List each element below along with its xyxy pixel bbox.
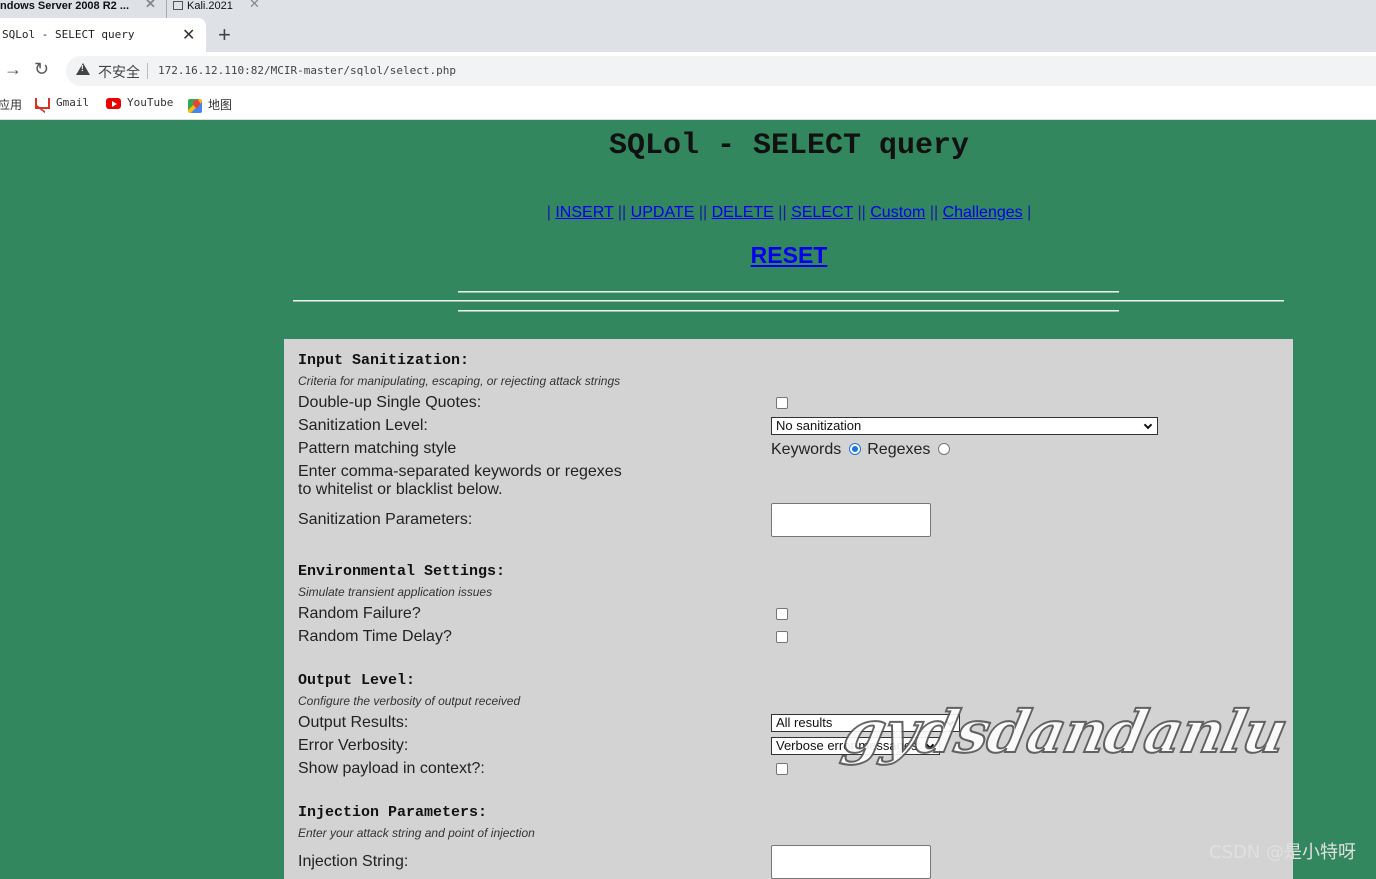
warning-icon[interactable] (76, 63, 90, 75)
watermark-signature: gydsdandanlu (837, 697, 1294, 767)
bookmark-label: YouTube (127, 96, 174, 109)
keywords-label: Keywords (771, 441, 842, 458)
browser-tab-active[interactable]: SQLol - SELECT query ✕ (0, 18, 206, 52)
keywords-radio[interactable] (849, 443, 862, 455)
nav-link-custom[interactable]: Custom (870, 204, 925, 221)
random-delay-checkbox[interactable] (776, 631, 788, 643)
nav-separator: || (617, 204, 627, 221)
section-desc: Simulate transient application issues (298, 585, 493, 599)
section-title-injection: Injection Parameters: (298, 804, 488, 821)
section-title-input-sanitization: Input Sanitization: (298, 352, 470, 369)
reset-link[interactable]: RESET (751, 242, 828, 268)
random-delay-label: Random Time Delay? (298, 628, 452, 645)
section-title-environment: Environmental Settings: (298, 563, 506, 580)
regexes-label: Regexes (867, 441, 931, 458)
bookmark-gmail[interactable]: Gmail (35, 96, 89, 109)
double-quotes-label: Double-up Single Quotes: (298, 394, 482, 411)
enter-keywords-text-2: to whitelist or blacklist below. (298, 481, 503, 498)
nav-separator: || (929, 204, 939, 221)
window-icon (173, 1, 183, 10)
sanitization-params-input[interactable] (771, 503, 931, 537)
nav-link-insert[interactable]: INSERT (555, 204, 613, 221)
nav-link-delete[interactable]: DELETE (712, 204, 774, 221)
youtube-icon (106, 97, 121, 109)
random-failure-checkbox[interactable] (776, 608, 788, 620)
section-desc: Configure the verbosity of output receiv… (298, 694, 521, 708)
select-value: All results (776, 715, 833, 730)
pattern-style-group: Keywords Regexes (771, 441, 956, 459)
chevron-down-icon (1143, 420, 1153, 430)
vm-tab-strip: ndows Server 2008 R2 ... ✕ Kali.2021 ✕ (0, 0, 1376, 18)
show-payload-label: Show payload in context?: (298, 760, 485, 777)
show-payload-checkbox[interactable] (776, 763, 788, 775)
nav-separator: || (857, 204, 866, 221)
close-icon[interactable]: ✕ (145, 0, 156, 10)
bookmark-apps[interactable]: 应用 (0, 96, 22, 113)
gmail-icon (35, 97, 50, 109)
security-label[interactable]: 不安全 (98, 62, 140, 82)
regexes-radio[interactable] (938, 443, 951, 455)
close-icon[interactable]: ✕ (249, 0, 260, 10)
section-desc: Criteria for manipulating, escaping, or … (298, 374, 621, 388)
sanitization-params-label: Sanitization Parameters: (298, 511, 473, 528)
select-value: No sanitization (776, 418, 862, 433)
nav-separator: | (1022, 204, 1032, 221)
divider (458, 310, 1119, 312)
browser-toolbar: → ↻ 不安全 172.16.12.110:82/MCIR-master/sql… (0, 52, 1376, 88)
new-tab-button[interactable]: + (218, 22, 231, 48)
url-text[interactable]: 172.16.12.110:82/MCIR-master/sqlol/selec… (158, 64, 456, 77)
csdn-watermark: CSDN @是小特呀 (1209, 842, 1357, 863)
output-results-label: Output Results: (298, 714, 409, 731)
main-nav: | INSERT || UPDATE || DELETE || SELECT |… (0, 204, 1376, 222)
divider (293, 300, 1284, 302)
vm-tab-kali[interactable]: Kali.2021 ✕ (166, 0, 260, 18)
vm-tab-windows-server[interactable]: ndows Server 2008 R2 ... ✕ (0, 0, 156, 18)
reload-icon[interactable]: ↻ (34, 59, 49, 80)
section-desc: Enter your attack string and point of in… (298, 826, 535, 840)
vm-tab-label: ndows Server 2008 R2 ... (0, 0, 130, 12)
nav-link-challenges[interactable]: Challenges (943, 204, 1023, 221)
vm-tab-label: Kali.2021 (187, 0, 233, 12)
sanitization-level-label: Sanitization Level: (298, 417, 428, 434)
section-title-output: Output Level: (298, 672, 416, 689)
random-failure-label: Random Failure? (298, 605, 421, 622)
sanitization-level-select[interactable]: No sanitization (771, 417, 1158, 435)
injection-string-input[interactable] (771, 845, 931, 879)
bookmark-youtube[interactable]: YouTube (106, 96, 173, 109)
maps-icon (188, 98, 202, 113)
nav-link-select[interactable]: SELECT (791, 204, 853, 221)
bookmarks-bar: 应用 Gmail YouTube 地图 (0, 88, 1376, 120)
divider (458, 291, 1119, 293)
browser-tab-bar: SQLol - SELECT query ✕ + (0, 18, 1376, 52)
enter-keywords-text-1: Enter comma-separated keywords or regexe… (298, 463, 622, 480)
forward-icon[interactable]: → (4, 59, 22, 80)
close-tab-icon[interactable]: ✕ (182, 25, 195, 45)
bookmark-label: 地图 (208, 98, 233, 112)
injection-string-label: Injection String: (298, 853, 409, 870)
pattern-style-label: Pattern matching style (298, 440, 457, 457)
nav-separator: || (778, 204, 787, 221)
address-bar[interactable]: 不安全 172.16.12.110:82/MCIR-master/sqlol/s… (66, 56, 1376, 86)
page-title: SQLol - SELECT query (608, 129, 970, 163)
nav-separator: || (698, 204, 708, 221)
double-quotes-checkbox[interactable] (776, 397, 788, 409)
nav-link-update[interactable]: UPDATE (631, 204, 695, 221)
bookmark-label: Gmail (56, 96, 90, 109)
divider (147, 63, 148, 79)
settings-panel: Input Sanitization: Criteria for manipul… (284, 339, 1293, 879)
bookmark-maps[interactable]: 地图 (188, 96, 232, 113)
tab-title: SQLol - SELECT query (2, 28, 135, 41)
reset-container: RESET (0, 242, 1376, 269)
error-verbosity-label: Error Verbosity: (298, 737, 409, 754)
